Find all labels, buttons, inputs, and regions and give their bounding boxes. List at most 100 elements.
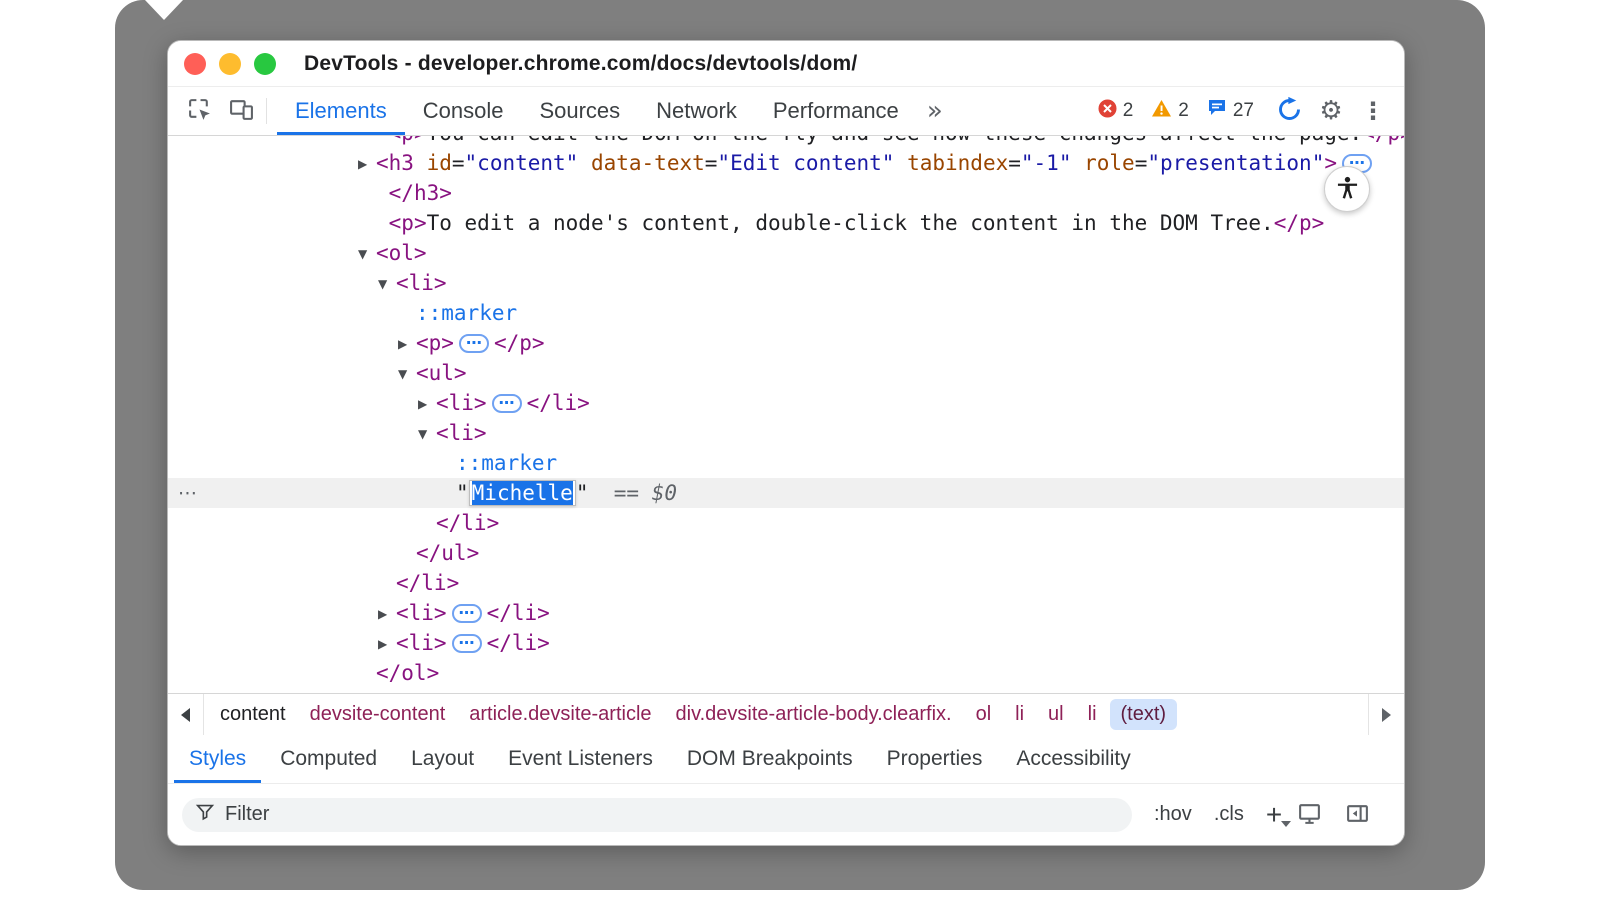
dom-tree-row[interactable]: ▶<h3 id="attributes" data-text="Edit att… [168,688,1404,693]
monitor-icon [1297,801,1322,829]
sync-button[interactable] [1268,87,1310,135]
collapse-arrow-icon[interactable]: ▼ [398,359,416,389]
dom-tree-row[interactable]: </h3> [168,178,1404,208]
dom-tree-row[interactable]: </ul> [168,538,1404,568]
breadcrumb-item[interactable]: article.devsite-article [458,699,662,730]
dom-token-dollar: $0 [652,481,677,505]
accessibility-button[interactable] [1324,166,1370,212]
sidebar-tab-properties[interactable]: Properties [872,735,998,783]
sidebar-tab-computed[interactable]: Computed [265,735,392,783]
expand-arrow-icon[interactable]: ▶ [418,389,436,419]
minimize-button[interactable] [219,53,241,75]
new-style-rule-button[interactable]: + [1266,801,1282,829]
inline-text-editor[interactable]: Michelle [469,480,576,506]
sidebar-tab-dom-breakpoints[interactable]: DOM Breakpoints [672,735,868,783]
collapse-arrow-icon[interactable]: ▼ [418,419,436,449]
breadcrumb-scroll-right-button[interactable] [1368,694,1404,735]
dom-tree-row[interactable]: ▼<li> [168,418,1404,448]
close-button[interactable] [184,53,206,75]
sidebar-tab-event-listeners[interactable]: Event Listeners [493,735,668,783]
breadcrumb-scroll-left-button[interactable] [168,694,204,735]
main-menu-button[interactable]: ⋮ [1352,87,1394,135]
dom-tree-row[interactable]: ▼<ul> [168,358,1404,388]
breadcrumb-item[interactable]: ol [965,699,1003,730]
error-icon [1098,99,1117,124]
inspect-cursor-icon [187,97,212,125]
device-toolbar-button[interactable] [220,87,262,135]
dom-tree-row[interactable]: <p>To edit a node's content, double-clic… [168,208,1404,238]
expand-arrow-icon[interactable]: ▶ [358,689,376,693]
dom-tree-row[interactable]: ▶<li>⋯</li> [168,598,1404,628]
breadcrumb-item[interactable]: div.devsite-article-body.clearfix. [665,699,963,730]
dom-tree-row[interactable]: </li> [168,568,1404,598]
issues-badge[interactable]: 27 [1207,98,1254,124]
breadcrumb-item[interactable]: content [209,699,297,730]
breadcrumb-item[interactable]: li [1004,699,1035,730]
dom-tree-row[interactable]: ▶<li>⋯</li> [168,388,1404,418]
filter-input[interactable] [225,803,1120,826]
dom-token-attr: tabindex [894,151,1008,175]
more-tabs-button[interactable]: » [917,87,953,135]
caret-down-icon [1281,821,1291,827]
expand-arrow-icon[interactable]: ▶ [358,149,376,179]
collapse-arrow-icon[interactable]: ▼ [378,269,396,299]
expand-arrow-icon[interactable]: ▶ [398,329,416,359]
breadcrumb-item[interactable]: ul [1037,699,1075,730]
sidebar-tab-accessibility[interactable]: Accessibility [1001,735,1145,783]
zoom-button[interactable] [254,53,276,75]
dom-tree-row[interactable]: ▼<li> [168,268,1404,298]
sidebar-toggle-button[interactable] [1336,791,1378,839]
expand-arrow-icon[interactable]: ▶ [378,599,396,629]
collapse-arrow-icon[interactable]: ▼ [358,239,376,269]
expand-arrow-icon[interactable]: ▶ [378,629,396,659]
tab-network[interactable]: Network [638,87,755,135]
dom-tree-row[interactable]: </ol> [168,658,1404,688]
settings-button[interactable]: ⚙ [1310,87,1352,135]
dom-tree-row[interactable]: ▼<ol> [168,238,1404,268]
warnings-badge[interactable]: 2 [1151,99,1189,124]
dom-tree-row[interactable]: </li> [168,508,1404,538]
breadcrumb-item[interactable]: li [1077,699,1108,730]
devtools-toolbar: ElementsConsoleSourcesNetworkPerformance… [168,87,1404,136]
tab-sources[interactable]: Sources [521,87,638,135]
rendering-button[interactable] [1288,791,1330,839]
dom-tree-row[interactable]: ▶<p>⋯</p> [168,328,1404,358]
dom-token-pun: = [452,151,465,175]
element-classes-button[interactable]: .cls [1214,803,1244,826]
dom-tree-row[interactable]: ▶<li>⋯</li> [168,628,1404,658]
tab-performance[interactable]: Performance [755,87,917,135]
sidebar-tab-layout[interactable]: Layout [396,735,489,783]
dom-tree-row[interactable]: <p>You can edit the DOM on the fly and s… [168,136,1404,148]
toggle-element-state-button[interactable]: :hov [1154,803,1192,826]
dom-tree-row[interactable]: ⋯"Michelle" == $0 [168,478,1404,508]
dom-token-text: You can edit the DOM on the fly and see … [427,136,1363,145]
expand-children-icon[interactable]: ⋯ [452,604,482,623]
dom-tree-row[interactable]: ▶<h3 id="content" data-text="Edit conten… [168,148,1404,178]
expand-children-icon[interactable]: ⋯ [492,394,522,413]
window-title: DevTools - developer.chrome.com/docs/dev… [304,52,857,76]
expand-children-icon[interactable]: ⋯ [459,334,489,353]
backdrop-notch [145,0,183,20]
dom-tree-row[interactable]: ::marker [168,448,1404,478]
breadcrumb-item[interactable]: devsite-content [299,699,457,730]
row-actions-icon[interactable]: ⋯ [178,478,197,508]
dom-token-pun: = [1211,691,1224,693]
tab-console[interactable]: Console [405,87,522,135]
panel-left-toggle-icon [1345,801,1370,829]
breadcrumb-item[interactable]: (text) [1110,699,1178,730]
kebab-menu-icon: ⋮ [1361,99,1385,123]
expand-children-icon[interactable]: ⋯ [452,634,482,653]
dom-token-eq: == [588,481,651,505]
backdrop: DevTools - developer.chrome.com/docs/dev… [115,0,1485,890]
sidebar-tab-styles[interactable]: Styles [174,735,261,783]
dom-token-tag: <li> [396,601,447,625]
issues-count: 27 [1233,100,1254,122]
toolbar-tabs: ElementsConsoleSourcesNetworkPerformance [277,87,917,135]
inspect-element-button[interactable] [178,87,220,135]
filter-field[interactable] [182,798,1132,832]
dom-tree-row[interactable]: ::marker [168,298,1404,328]
errors-badge[interactable]: 2 [1098,99,1134,124]
dom-token-pun: = [1135,151,1148,175]
tab-elements[interactable]: Elements [277,87,405,135]
sidebar-tabs: StylesComputedLayoutEvent ListenersDOM B… [168,735,1404,784]
